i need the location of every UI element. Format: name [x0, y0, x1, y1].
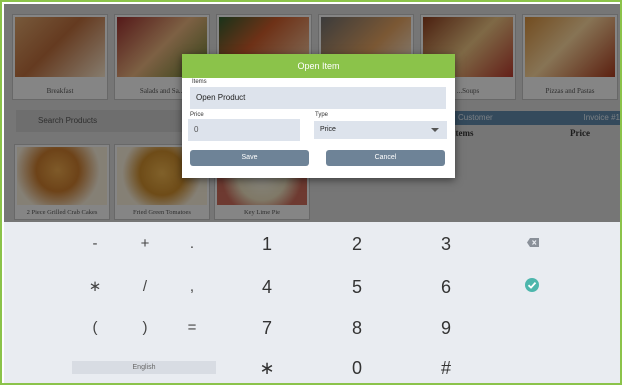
screen-frame: Breakfast Salads and Sa... ...Soups Pizz…	[0, 0, 622, 385]
key-8[interactable]: 8	[337, 317, 377, 339]
key-asterisk[interactable]: ∗	[75, 276, 115, 298]
cancel-button[interactable]: Cancel	[326, 150, 445, 166]
key-comma[interactable]: ,	[172, 276, 212, 298]
type-select-value: Price	[320, 126, 336, 133]
check-mark	[527, 281, 537, 289]
key-0[interactable]: 0	[337, 357, 377, 379]
save-button[interactable]: Save	[190, 150, 309, 166]
key-1[interactable]: 1	[247, 233, 287, 255]
price-label: Price	[190, 112, 204, 118]
items-label: Items	[192, 79, 207, 85]
key-close-paren[interactable]: )	[125, 317, 165, 339]
key-4[interactable]: 4	[247, 276, 287, 298]
price-field[interactable]: 0	[188, 119, 300, 141]
items-field[interactable]: Open Product	[190, 87, 446, 109]
key-hash[interactable]: #	[426, 357, 466, 379]
key-open-paren[interactable]: (	[75, 317, 115, 339]
on-screen-keyboard: - + . 1 2 3 ∗ / , 4 5 6 ( ) = 7 8 9 Engl…	[4, 222, 620, 383]
key-equals[interactable]: =	[172, 317, 212, 339]
dialog-title: Open Item	[182, 54, 455, 78]
key-2[interactable]: 2	[337, 233, 377, 255]
key-9[interactable]: 9	[426, 317, 466, 339]
type-label: Type	[315, 112, 329, 118]
key-7[interactable]: 7	[247, 317, 287, 339]
key-period[interactable]: .	[172, 233, 212, 255]
chevron-down-icon	[431, 128, 439, 132]
language-switch-key[interactable]: English	[72, 361, 216, 374]
backspace-icon[interactable]	[527, 238, 539, 247]
key-6[interactable]: 6	[426, 276, 466, 298]
key-plus[interactable]: +	[125, 233, 165, 255]
key-5[interactable]: 5	[337, 276, 377, 298]
check-circle-icon[interactable]	[525, 278, 539, 292]
open-item-dialog: Open Item Items Open Product Price 0 Typ…	[182, 54, 455, 178]
key-star[interactable]: ∗	[247, 357, 287, 379]
key-3[interactable]: 3	[426, 233, 466, 255]
key-slash[interactable]: /	[125, 276, 165, 298]
key-minus[interactable]: -	[75, 233, 115, 255]
type-select[interactable]: Price	[314, 121, 447, 139]
